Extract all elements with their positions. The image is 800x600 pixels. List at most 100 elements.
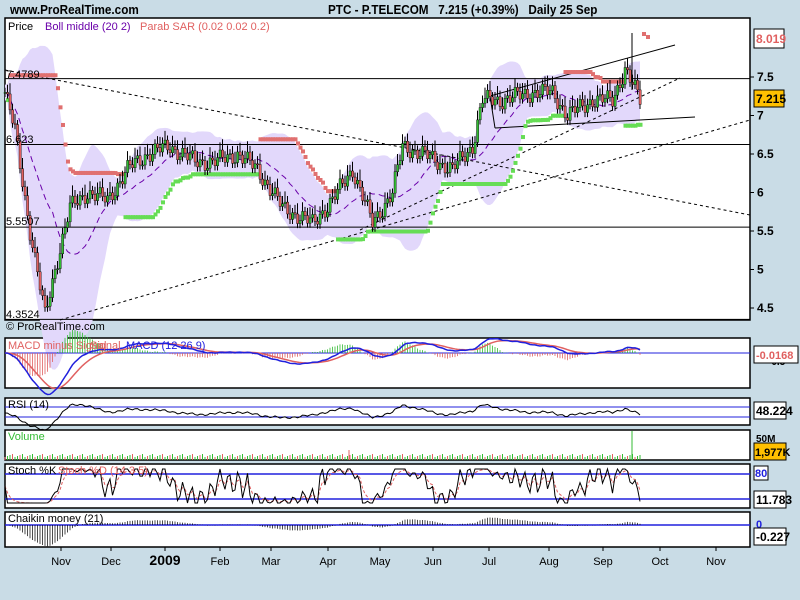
candle [331, 196, 334, 199]
candle [11, 109, 14, 124]
candle [271, 193, 274, 196]
candle [568, 107, 572, 121]
candle [253, 163, 257, 169]
y-tick-label: 7.5 [757, 70, 774, 84]
candle [363, 200, 367, 202]
candle [573, 106, 577, 113]
candle [611, 96, 614, 107]
candle [441, 162, 444, 165]
candle [628, 69, 632, 83]
candle [401, 143, 404, 161]
candle [436, 161, 439, 170]
candle [368, 199, 372, 214]
sar-dot [306, 161, 310, 166]
candle [226, 154, 229, 163]
candle [116, 182, 119, 197]
candle [238, 151, 242, 156]
candle [608, 90, 612, 98]
candle [636, 80, 639, 91]
candle [308, 217, 312, 224]
candle [621, 83, 624, 88]
sar-dot [516, 153, 520, 158]
candle [468, 147, 472, 153]
sar-dot [436, 198, 440, 203]
candle [6, 92, 9, 95]
candle [343, 183, 347, 187]
sar-dot [513, 160, 518, 165]
candle [591, 99, 594, 107]
candle [453, 164, 457, 170]
sar-dot [511, 168, 515, 173]
candle [388, 198, 392, 203]
candle [81, 195, 84, 197]
candle [421, 146, 424, 157]
candle [38, 271, 42, 291]
candle [183, 148, 187, 154]
candle [411, 150, 414, 159]
candle [91, 190, 94, 195]
candle [13, 122, 17, 125]
candle [248, 151, 252, 161]
volume-legend: Volume [8, 431, 45, 443]
y-tick-label: 6 [757, 186, 764, 200]
chart-area[interactable]: Price Boll middle (20 2) Parab SAR (0.02… [0, 0, 800, 600]
candle [333, 196, 337, 200]
candle [231, 153, 234, 164]
candle [63, 227, 67, 235]
sar-dot [508, 174, 513, 179]
candle [381, 216, 384, 219]
candle [171, 146, 174, 153]
sar-dot [293, 137, 298, 142]
candle [618, 84, 622, 88]
candle [8, 93, 12, 111]
sar-dot [433, 204, 438, 209]
candle [566, 117, 569, 121]
stoch-k-legend: Stoch %K [8, 465, 57, 477]
candle [186, 152, 189, 161]
x-tick-label: Oct [651, 556, 668, 568]
candle [138, 155, 142, 166]
sar-dot [63, 142, 68, 147]
x-tick-label: Aug [539, 556, 559, 568]
sar-dot [166, 191, 170, 196]
candle [256, 163, 259, 166]
candle [156, 143, 159, 148]
candle [303, 211, 307, 216]
candle [588, 99, 592, 105]
candle [493, 99, 497, 106]
sar-last-value: 8.019 [756, 32, 786, 46]
level-label: 4.3524 [6, 309, 40, 321]
candle [56, 268, 59, 270]
candle [533, 90, 537, 94]
panel-3 [4, 429, 751, 461]
candle [531, 92, 534, 103]
candle [341, 178, 344, 184]
candle [461, 151, 464, 158]
candle [386, 198, 389, 204]
candle [586, 104, 589, 113]
candle [443, 162, 447, 174]
candle [438, 163, 442, 170]
sar-dot [168, 187, 173, 192]
candle [563, 105, 567, 119]
candle [408, 152, 412, 159]
candle [466, 152, 469, 162]
candle [118, 181, 122, 184]
candle [201, 159, 204, 162]
candle [101, 187, 104, 197]
candle [223, 157, 227, 163]
candle [43, 295, 47, 308]
candle [316, 221, 319, 225]
candle [396, 164, 399, 172]
candle [598, 94, 602, 97]
candle [213, 159, 217, 167]
candle [528, 98, 532, 103]
candle [96, 193, 99, 201]
candle [21, 168, 24, 188]
candle [576, 107, 579, 113]
candle [633, 80, 637, 85]
candle [471, 147, 474, 154]
candle [496, 96, 499, 100]
level-label: 6.623 [6, 134, 34, 146]
candle [161, 143, 164, 153]
